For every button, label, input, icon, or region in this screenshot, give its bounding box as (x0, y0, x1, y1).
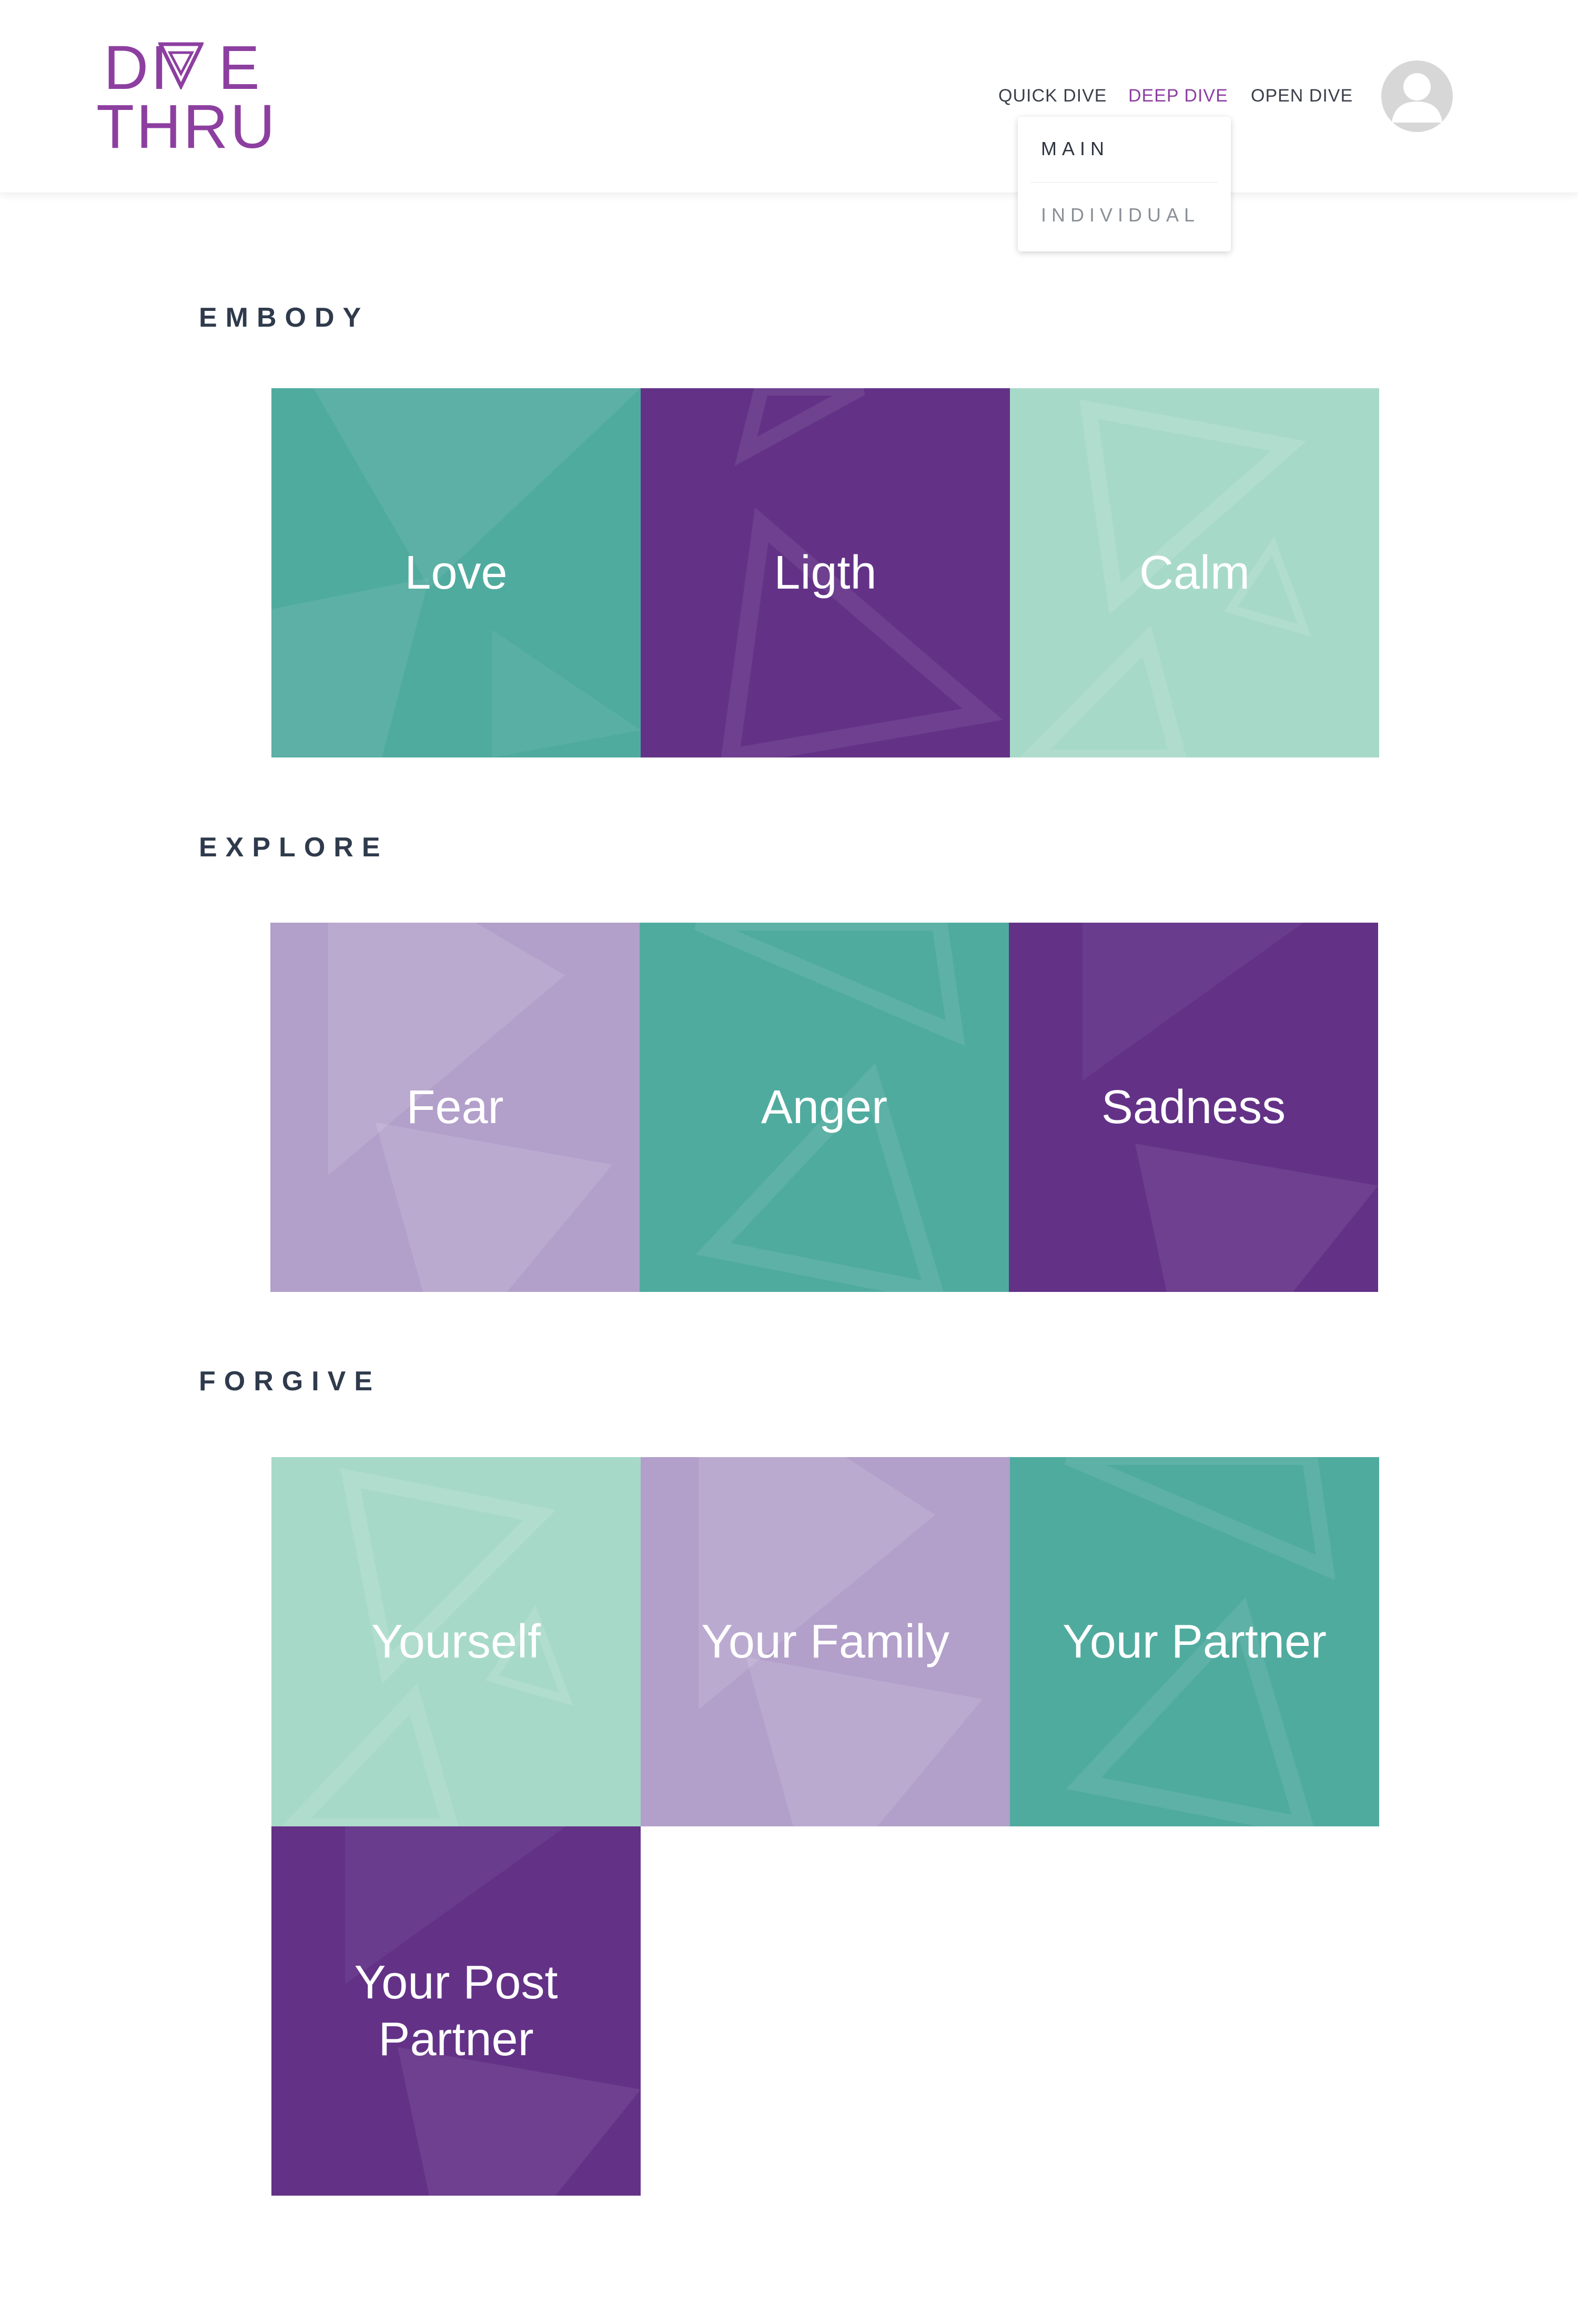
section-title-forgive: FORGIVE (199, 1366, 381, 1397)
tile-label: Sadness (1101, 1081, 1286, 1134)
dropdown-divider (1030, 182, 1218, 183)
section-title-explore: EXPLORE (199, 832, 389, 863)
user-avatar-icon[interactable] (1381, 60, 1453, 132)
tile-calm[interactable]: Calm (1010, 388, 1379, 757)
tile-your-family[interactable]: Your Family (641, 1457, 1010, 1826)
tile-label: Your Partner (1063, 1615, 1327, 1668)
tile-label: Anger (761, 1081, 888, 1134)
nav-deep-dive[interactable]: DEEP DIVE (1128, 86, 1228, 106)
tile-label: Love (404, 547, 508, 599)
nav-open-dive[interactable]: OPEN DIVE (1251, 86, 1353, 106)
deep-dive-dropdown: MAIN INDIVIDUAL (1018, 117, 1231, 251)
tile-ligth[interactable]: Ligth (641, 388, 1010, 757)
tile-label: Fear (406, 1081, 504, 1134)
logo-line-2: THRU (96, 92, 277, 161)
logo-triangle-icon (158, 42, 204, 89)
tile-label: Your Post Partner (354, 1956, 558, 2066)
dropdown-item-main[interactable]: MAIN (1041, 138, 1109, 160)
tile-fear[interactable]: Fear (270, 923, 640, 1292)
dropdown-item-individual[interactable]: INDIVIDUAL (1041, 204, 1200, 226)
tile-sadness[interactable]: Sadness (1009, 923, 1378, 1292)
tile-love[interactable]: Love (271, 388, 641, 757)
tile-label: Yourself (371, 1615, 541, 1668)
divethru-logo[interactable]: DI E THRU (96, 37, 275, 158)
top-header: DI E THRU QUICK DIVE DEEP DIVE OPEN DIVE (0, 0, 1578, 193)
nav-quick-dive[interactable]: QUICK DIVE (998, 86, 1107, 106)
section-title-embody: EMBODY (199, 302, 370, 333)
tile-label: Ligth (774, 547, 877, 599)
tile-your-post-partner[interactable]: Your Post Partner (271, 1826, 641, 2196)
tile-your-partner[interactable]: Your Partner (1010, 1457, 1379, 1826)
tile-label: Calm (1139, 547, 1250, 599)
tile-yourself[interactable]: Yourself (271, 1457, 641, 1826)
tile-anger[interactable]: Anger (640, 923, 1009, 1292)
tile-label: Your Family (701, 1615, 949, 1668)
